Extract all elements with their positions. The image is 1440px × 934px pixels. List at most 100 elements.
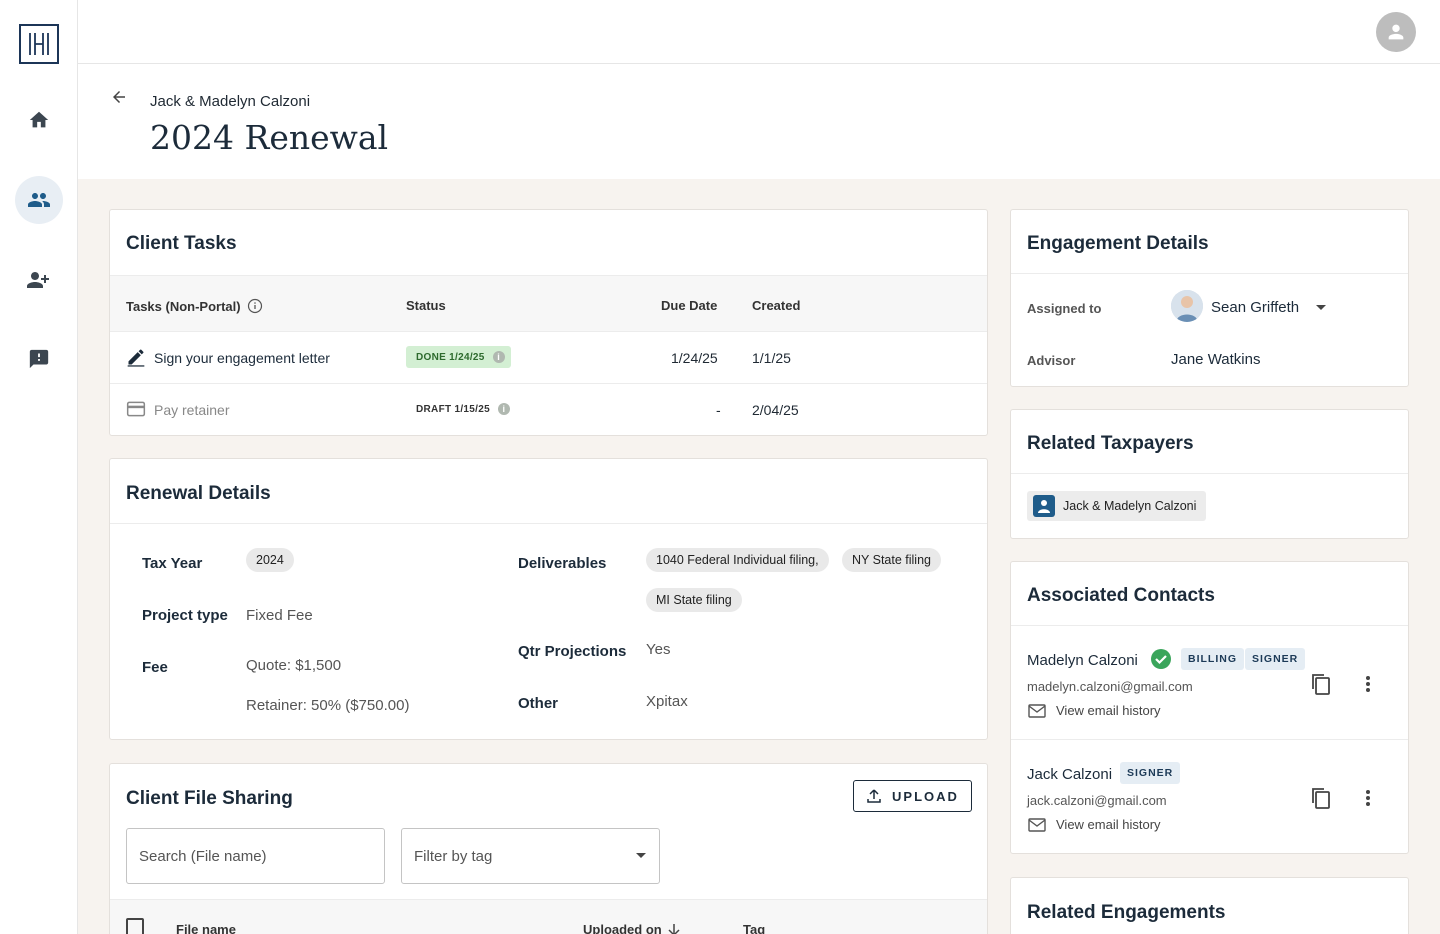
signer-tag: SIGNER	[1245, 648, 1306, 670]
associated-contacts-card: Associated Contacts Madelyn Calzoni BILL…	[1010, 561, 1409, 854]
renewal-details-card: Renewal Details Tax Year 2024 Project ty…	[109, 458, 988, 740]
more-options-button[interactable]	[1356, 786, 1380, 810]
assignee-name: Sean Griffeth	[1211, 299, 1300, 316]
task-created: 1/1/25	[752, 350, 791, 366]
view-email-history-label: View email history	[1056, 817, 1161, 832]
project-type-value: Fixed Fee	[246, 607, 313, 624]
divider	[1011, 625, 1408, 626]
select-all-checkbox[interactable]	[126, 918, 144, 934]
view-email-history-link[interactable]: View email history	[1028, 817, 1161, 832]
project-type-label: Project type	[142, 607, 228, 624]
copy-button[interactable]	[1309, 672, 1333, 696]
mail-icon	[1028, 817, 1046, 832]
nav-feedback[interactable]	[15, 335, 63, 383]
filter-placeholder: Filter by tag	[414, 847, 493, 865]
nav-add-client[interactable]	[15, 256, 63, 304]
engagement-details-title: Engagement Details	[1027, 233, 1209, 254]
sidebar	[0, 0, 78, 934]
task-created: 2/04/25	[752, 402, 799, 418]
task-row[interactable]: Sign your engagement letter DONE 1/24/25…	[110, 332, 987, 384]
tax-year-label: Tax Year	[142, 555, 203, 572]
caret-down-icon	[1316, 304, 1327, 310]
deliverable-chip: 1040 Federal Individual filing,	[646, 548, 829, 572]
other-label: Other	[518, 695, 559, 712]
tasks-header-row: Tasks (Non-Portal) Status Due Date Creat…	[110, 275, 987, 332]
mail-icon	[1028, 703, 1046, 718]
col-tasks-label: Tasks (Non-Portal)	[126, 298, 241, 314]
col-file-name[interactable]: File name	[176, 922, 236, 934]
copy-icon	[1312, 788, 1330, 809]
client-tasks-title: Client Tasks	[126, 233, 237, 254]
assignee-select[interactable]: Sean Griffeth	[1211, 299, 1327, 316]
billing-tag: BILLING	[1181, 648, 1244, 670]
taxpayer-name: Jack & Madelyn Calzoni	[1063, 499, 1197, 513]
info-icon[interactable]	[247, 298, 263, 314]
task-due: -	[716, 402, 721, 418]
back-arrow-icon[interactable]	[110, 88, 128, 106]
people-icon	[28, 193, 50, 207]
related-engagements-title: Related Engagements	[1027, 902, 1226, 923]
task-due: 1/24/25	[671, 350, 718, 366]
credit-card-icon	[126, 401, 146, 417]
status-text: DRAFT 1/15/25	[416, 403, 490, 415]
copy-button[interactable]	[1309, 786, 1333, 810]
col-tag[interactable]: Tag	[743, 922, 765, 934]
files-header-row: File name Uploaded on Tag	[110, 899, 987, 934]
task-row[interactable]: Pay retainer DRAFT 1/15/25 i - 2/04/25	[110, 384, 987, 436]
client-tasks-card: Client Tasks Tasks (Non-Portal) Status D…	[109, 209, 988, 436]
engagement-details-card: Engagement Details Assigned to Sean Grif…	[1010, 209, 1409, 387]
breadcrumb[interactable]: Jack & Madelyn Calzoni	[150, 93, 310, 110]
home-icon	[29, 111, 49, 128]
col-tasks: Tasks (Non-Portal)	[126, 298, 263, 314]
col-uploaded-on[interactable]: Uploaded on	[583, 922, 680, 934]
info-icon[interactable]: i	[492, 351, 505, 363]
contact-email: madelyn.calzoni@gmail.com	[1027, 679, 1193, 694]
col-status: Status	[406, 298, 446, 313]
col-uploaded-label: Uploaded on	[583, 922, 662, 934]
fee-retainer: Retainer: 50% ($750.00)	[246, 697, 410, 714]
divider	[1011, 739, 1408, 740]
col-created: Created	[752, 298, 801, 313]
view-email-history-link[interactable]: View email history	[1028, 703, 1161, 718]
renewal-details-title: Renewal Details	[126, 483, 271, 504]
status-badge-draft: DRAFT 1/15/25 i	[406, 398, 516, 420]
logo-icon	[29, 33, 49, 55]
deliverable-chip: MI State filing	[646, 588, 742, 612]
more-vert-icon	[1366, 676, 1370, 692]
info-icon[interactable]: i	[497, 403, 510, 415]
contact-email: jack.calzoni@gmail.com	[1027, 793, 1167, 808]
search-input[interactable]: Search (File name)	[126, 828, 385, 884]
assignee-avatar	[1171, 290, 1203, 322]
more-vert-icon	[1366, 790, 1370, 806]
contact-name: Jack Calzoni	[1027, 766, 1113, 783]
nav-clients[interactable]	[15, 176, 63, 224]
advisor-label: Advisor	[1027, 353, 1076, 368]
task-name: Sign your engagement letter	[154, 350, 330, 366]
sort-down-icon	[668, 923, 680, 934]
task-name: Pay retainer	[154, 402, 230, 418]
more-options-button[interactable]	[1356, 672, 1380, 696]
fee-label: Fee	[142, 659, 168, 676]
fee-quote: Quote: $1,500	[246, 657, 342, 674]
associated-contacts-title: Associated Contacts	[1027, 585, 1215, 606]
upload-button[interactable]: UPLOAD	[853, 780, 972, 812]
view-email-history-label: View email history	[1056, 703, 1161, 718]
upload-icon	[867, 789, 881, 803]
signer-tag: SIGNER	[1120, 762, 1181, 784]
file-sharing-title: Client File Sharing	[126, 788, 293, 809]
deliverables-label: Deliverables	[518, 555, 607, 572]
feedback-icon	[29, 349, 49, 369]
tax-year-chip: 2024	[246, 548, 294, 572]
nav-home[interactable]	[15, 96, 63, 144]
status-badge-done: DONE 1/24/25 i	[406, 346, 511, 368]
assigned-to-label: Assigned to	[1027, 301, 1102, 316]
status-text: DONE 1/24/25	[416, 351, 485, 363]
logo[interactable]	[19, 24, 59, 64]
filter-by-tag-select[interactable]: Filter by tag	[401, 828, 660, 884]
contact-card-icon	[1033, 495, 1055, 517]
account-icon	[1388, 24, 1404, 40]
verified-check-icon	[1151, 649, 1171, 669]
taxpayer-chip[interactable]: Jack & Madelyn Calzoni	[1027, 491, 1207, 521]
user-avatar[interactable]	[1376, 12, 1416, 52]
divider	[1011, 273, 1408, 274]
